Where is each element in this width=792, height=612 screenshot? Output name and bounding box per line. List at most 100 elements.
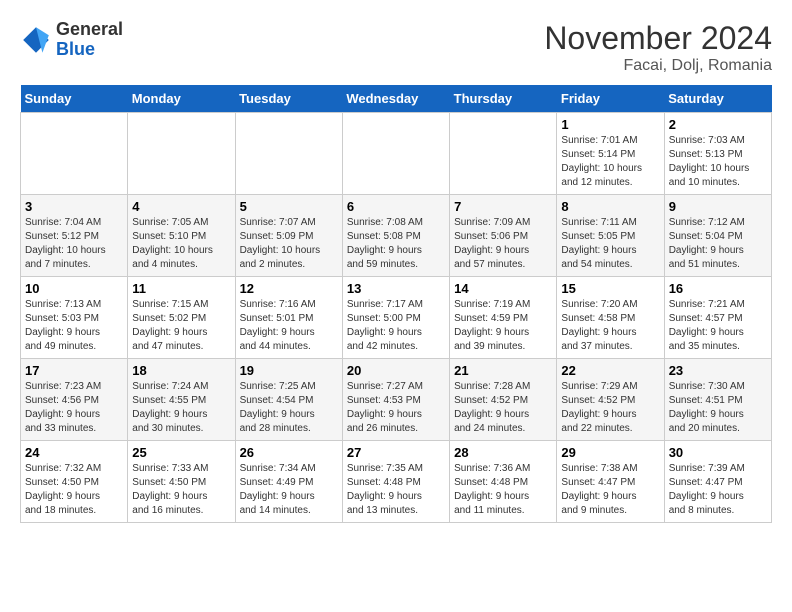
day-info: Sunrise: 7:04 AM Sunset: 5:12 PM Dayligh…	[25, 216, 123, 272]
day-number: 17	[25, 363, 123, 378]
day-number: 9	[669, 199, 767, 214]
day-number: 24	[25, 445, 123, 460]
day-number: 26	[240, 445, 338, 460]
day-info: Sunrise: 7:13 AM Sunset: 5:03 PM Dayligh…	[25, 298, 123, 354]
calendar-week-2: 3Sunrise: 7:04 AM Sunset: 5:12 PM Daylig…	[21, 195, 772, 277]
calendar-week-5: 24Sunrise: 7:32 AM Sunset: 4:50 PM Dayli…	[21, 441, 772, 523]
calendar-cell	[235, 113, 342, 195]
calendar-cell: 23Sunrise: 7:30 AM Sunset: 4:51 PM Dayli…	[664, 359, 771, 441]
calendar-cell: 27 Sunrise: 7:35 AM Sunset: 4:48 PM Dayli…	[342, 441, 449, 523]
calendar-week-3: 10 Sunrise: 7:13 AM Sunset: 5:03 PM Dayli…	[21, 277, 772, 359]
weekday-header-row: SundayMondayTuesdayWednesdayThursdayFrid…	[21, 85, 772, 113]
calendar-cell	[342, 113, 449, 195]
calendar-cell: 26 Sunrise: 7:34 AM Sunset: 4:49 PM Dayli…	[235, 441, 342, 523]
day-number: 10	[25, 281, 123, 296]
calendar-cell: 4Sunrise: 7:05 AM Sunset: 5:10 PM Daylig…	[128, 195, 235, 277]
weekday-saturday: Saturday	[664, 85, 771, 113]
calendar-cell: 21 Sunrise: 7:28 AM Sunset: 4:52 PM Dayli…	[450, 359, 557, 441]
calendar-cell: 15 Sunrise: 7:20 AM Sunset: 4:58 PM Dayli…	[557, 277, 664, 359]
day-number: 25	[132, 445, 230, 460]
day-info: Sunrise: 7:36 AM Sunset: 4:48 PM Dayligh…	[454, 462, 552, 518]
day-info: Sunrise: 7:12 AM Sunset: 5:04 PM Dayligh…	[669, 216, 767, 272]
calendar-cell: 20 Sunrise: 7:27 AM Sunset: 4:53 PM Dayli…	[342, 359, 449, 441]
weekday-thursday: Thursday	[450, 85, 557, 113]
day-number: 14	[454, 281, 552, 296]
day-info: Sunrise: 7:33 AM Sunset: 4:50 PM Dayligh…	[132, 462, 230, 518]
logo-icon	[20, 24, 52, 56]
day-info: Sunrise: 7:29 AM Sunset: 4:52 PM Dayligh…	[561, 380, 659, 436]
day-number: 12	[240, 281, 338, 296]
calendar-cell: 5 Sunrise: 7:07 AM Sunset: 5:09 PM Daylig…	[235, 195, 342, 277]
day-info: Sunrise: 7:09 AM Sunset: 5:06 PM Dayligh…	[454, 216, 552, 272]
calendar-cell: 10 Sunrise: 7:13 AM Sunset: 5:03 PM Dayli…	[21, 277, 128, 359]
day-info: Sunrise: 7:01 AM Sunset: 5:14 PM Dayligh…	[561, 134, 659, 190]
day-number: 5	[240, 199, 338, 214]
day-info: Sunrise: 7:28 AM Sunset: 4:52 PM Dayligh…	[454, 380, 552, 436]
calendar-cell: 18Sunrise: 7:24 AM Sunset: 4:55 PM Dayli…	[128, 359, 235, 441]
day-info: Sunrise: 7:07 AM Sunset: 5:09 PM Dayligh…	[240, 216, 338, 272]
day-info: Sunrise: 7:34 AM Sunset: 4:49 PM Dayligh…	[240, 462, 338, 518]
weekday-friday: Friday	[557, 85, 664, 113]
day-number: 13	[347, 281, 445, 296]
calendar-cell: 2 Sunrise: 7:03 AM Sunset: 5:13 PM Daylig…	[664, 113, 771, 195]
day-info: Sunrise: 7:20 AM Sunset: 4:58 PM Dayligh…	[561, 298, 659, 354]
calendar-cell: 7 Sunrise: 7:09 AM Sunset: 5:06 PM Daylig…	[450, 195, 557, 277]
day-info: Sunrise: 7:21 AM Sunset: 4:57 PM Dayligh…	[669, 298, 767, 354]
day-info: Sunrise: 7:16 AM Sunset: 5:01 PM Dayligh…	[240, 298, 338, 354]
day-info: Sunrise: 7:15 AM Sunset: 5:02 PM Dayligh…	[132, 298, 230, 354]
calendar-cell: 25 Sunrise: 7:33 AM Sunset: 4:50 PM Dayli…	[128, 441, 235, 523]
day-info: Sunrise: 7:38 AM Sunset: 4:47 PM Dayligh…	[561, 462, 659, 518]
calendar-cell: 28 Sunrise: 7:36 AM Sunset: 4:48 PM Dayli…	[450, 441, 557, 523]
calendar-cell	[450, 113, 557, 195]
day-number: 19	[240, 363, 338, 378]
day-number: 7	[454, 199, 552, 214]
day-number: 27	[347, 445, 445, 460]
title-block: November 2024 Facai, Dolj, Romania	[544, 20, 772, 75]
day-info: Sunrise: 7:27 AM Sunset: 4:53 PM Dayligh…	[347, 380, 445, 436]
day-info: Sunrise: 7:19 AM Sunset: 4:59 PM Dayligh…	[454, 298, 552, 354]
day-number: 21	[454, 363, 552, 378]
calendar-cell: 11 Sunrise: 7:15 AM Sunset: 5:02 PM Dayli…	[128, 277, 235, 359]
calendar-cell: 19 Sunrise: 7:25 AM Sunset: 4:54 PM Dayli…	[235, 359, 342, 441]
calendar-cell: 8Sunrise: 7:11 AM Sunset: 5:05 PM Daylig…	[557, 195, 664, 277]
calendar-cell	[21, 113, 128, 195]
calendar-cell: 1 Sunrise: 7:01 AM Sunset: 5:14 PM Daylig…	[557, 113, 664, 195]
calendar-table: SundayMondayTuesdayWednesdayThursdayFrid…	[20, 85, 772, 523]
day-info: Sunrise: 7:03 AM Sunset: 5:13 PM Dayligh…	[669, 134, 767, 190]
calendar-week-4: 17Sunrise: 7:23 AM Sunset: 4:56 PM Dayli…	[21, 359, 772, 441]
day-number: 16	[669, 281, 767, 296]
page-header: General Blue November 2024 Facai, Dolj, …	[20, 20, 772, 75]
calendar-cell: 9 Sunrise: 7:12 AM Sunset: 5:04 PM Daylig…	[664, 195, 771, 277]
weekday-tuesday: Tuesday	[235, 85, 342, 113]
calendar-cell: 6 Sunrise: 7:08 AM Sunset: 5:08 PM Daylig…	[342, 195, 449, 277]
day-number: 20	[347, 363, 445, 378]
logo-text: General Blue	[56, 20, 123, 60]
day-info: Sunrise: 7:08 AM Sunset: 5:08 PM Dayligh…	[347, 216, 445, 272]
calendar-cell: 29 Sunrise: 7:38 AM Sunset: 4:47 PM Dayli…	[557, 441, 664, 523]
weekday-monday: Monday	[128, 85, 235, 113]
calendar-cell: 24Sunrise: 7:32 AM Sunset: 4:50 PM Dayli…	[21, 441, 128, 523]
day-number: 30	[669, 445, 767, 460]
day-number: 28	[454, 445, 552, 460]
day-number: 11	[132, 281, 230, 296]
calendar-week-1: 1 Sunrise: 7:01 AM Sunset: 5:14 PM Daylig…	[21, 113, 772, 195]
day-number: 15	[561, 281, 659, 296]
calendar-cell: 16 Sunrise: 7:21 AM Sunset: 4:57 PM Dayli…	[664, 277, 771, 359]
day-number: 8	[561, 199, 659, 214]
day-number: 23	[669, 363, 767, 378]
day-info: Sunrise: 7:39 AM Sunset: 4:47 PM Dayligh…	[669, 462, 767, 518]
logo: General Blue	[20, 20, 123, 60]
month-title: November 2024	[544, 20, 772, 57]
calendar-cell: 13Sunrise: 7:17 AM Sunset: 5:00 PM Dayli…	[342, 277, 449, 359]
calendar-cell: 22Sunrise: 7:29 AM Sunset: 4:52 PM Dayli…	[557, 359, 664, 441]
day-info: Sunrise: 7:35 AM Sunset: 4:48 PM Dayligh…	[347, 462, 445, 518]
day-number: 1	[561, 117, 659, 132]
day-number: 6	[347, 199, 445, 214]
day-info: Sunrise: 7:25 AM Sunset: 4:54 PM Dayligh…	[240, 380, 338, 436]
day-number: 2	[669, 117, 767, 132]
weekday-sunday: Sunday	[21, 85, 128, 113]
calendar-cell: 12 Sunrise: 7:16 AM Sunset: 5:01 PM Dayli…	[235, 277, 342, 359]
day-number: 29	[561, 445, 659, 460]
day-info: Sunrise: 7:05 AM Sunset: 5:10 PM Dayligh…	[132, 216, 230, 272]
calendar-cell: 30 Sunrise: 7:39 AM Sunset: 4:47 PM Dayli…	[664, 441, 771, 523]
